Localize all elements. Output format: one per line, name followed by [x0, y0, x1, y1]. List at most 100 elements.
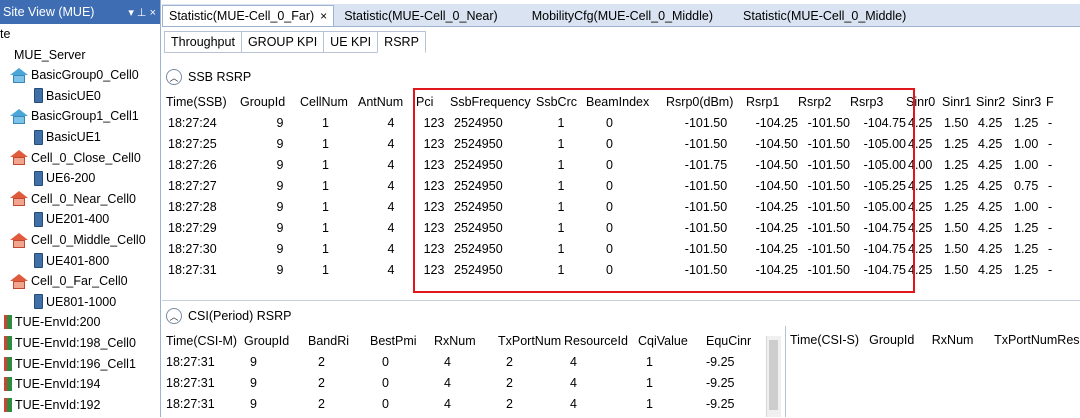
tree-item[interactable]: UE201-400	[34, 209, 109, 229]
table-cell: 0	[606, 262, 613, 277]
table-row[interactable]: 18:27:31 9 2 0 4 2 4 1 -9.25	[166, 372, 766, 393]
table-cell: -104.25	[755, 220, 798, 235]
ue-device-icon	[34, 129, 43, 145]
sub-tab-label: Throughput	[171, 35, 235, 49]
csi-vertical-scrollbar[interactable]	[766, 336, 781, 417]
table-cell: 2524950	[454, 262, 503, 277]
tree-item[interactable]: UE401-800	[34, 251, 109, 271]
column-header[interactable]: GroupId	[240, 91, 300, 112]
column-header[interactable]: AntNum	[358, 91, 416, 112]
tree-item-label: Cell_0_Far_Cell0	[31, 274, 128, 289]
tree-item[interactable]: BasicGroup1_Cell1	[10, 106, 139, 126]
table-cell: 1	[557, 199, 565, 214]
tree-item[interactable]: Cell_0_Close_Cell0	[10, 148, 141, 168]
tree-item[interactable]: te	[0, 24, 10, 44]
column-header[interactable]: BandRi	[308, 330, 370, 351]
column-header[interactable]: BeamIndex	[586, 91, 666, 112]
column-header[interactable]: CellNum	[300, 91, 358, 112]
tree-item[interactable]: BasicUE0	[34, 86, 101, 106]
tree-item[interactable]: MUE_Server	[14, 45, 86, 65]
column-header[interactable]: BestPmi	[370, 330, 434, 351]
column-header[interactable]: Rsrp1	[746, 91, 798, 112]
tree-item[interactable]: TUE-EnvId:192	[4, 395, 100, 415]
collapse-icon[interactable]: ︿	[166, 69, 182, 85]
column-header[interactable]: CqiValue	[638, 330, 706, 351]
close-icon[interactable]: ×	[320, 9, 327, 23]
column-header[interactable]: Pci	[416, 91, 450, 112]
tree-item[interactable]: Cell_0_Middle_Cell0	[10, 230, 146, 250]
sub-tab[interactable]: RSRP	[377, 31, 426, 53]
table-cell: 9	[250, 375, 257, 390]
column-header[interactable]: GroupId	[244, 330, 308, 351]
scrollbar-thumb[interactable]	[769, 340, 778, 410]
column-header[interactable]: Time(CSI-M)	[166, 330, 244, 351]
table-row[interactable]: 18:27:27 9 1 4 123 2524950 1 0 -101.50 -104.50 -10…	[166, 175, 1058, 196]
table-cell: -101.50	[684, 199, 728, 214]
table-cell: 9	[276, 262, 284, 277]
table-cell: 4	[570, 354, 577, 369]
tree-item[interactable]: TUE-EnvId:198_Cell0	[4, 333, 136, 353]
document-tab[interactable]: MobilityCfg(MUE-Cell_0_Middle)	[522, 6, 723, 26]
table-cell: 2524950	[454, 178, 503, 193]
table-cell: 0	[606, 241, 613, 256]
sub-tab[interactable]: Throughput	[164, 31, 242, 53]
tree-item[interactable]: TUE-EnvId:196_Cell1	[4, 354, 136, 374]
tree-item[interactable]: UE801-1000	[34, 292, 116, 312]
table-cell: 4.25	[978, 115, 1003, 130]
table-cell: -9.25	[706, 375, 735, 390]
column-header[interactable]: SsbFrequency	[450, 91, 536, 112]
site-view-window-controls[interactable]: ▾ ⊥ ×	[128, 6, 160, 19]
column-header[interactable]: TxPortNum	[498, 330, 564, 351]
column-header[interactable]: Sinr3	[1012, 91, 1046, 112]
tree-item[interactable]: Cell_0_Near_Cell0	[10, 189, 136, 209]
csi-section-header[interactable]: ︿ CSI(Period) RSRP	[166, 306, 292, 326]
document-tab[interactable]: Statistic(MUE-Cell_0_Middle)	[733, 6, 916, 26]
table-cell: 1.25	[1014, 262, 1039, 277]
column-header[interactable]: F	[1046, 91, 1058, 112]
tree-item[interactable]: TUE-EnvId:200	[4, 312, 100, 332]
table-row[interactable]: 18:27:31 9 2 0 4 2 4 1 -9.25	[166, 393, 766, 414]
table-cell: 1	[557, 262, 565, 277]
table-row[interactable]: 18:27:26 9 1 4 123 2524950 1 0 -101.75 -104.50 -10…	[166, 154, 1058, 175]
ssb-section-header[interactable]: ︿ SSB RSRP	[166, 67, 251, 87]
column-header[interactable]: TxPortNumRes	[994, 329, 1080, 350]
tree-item[interactable]: UE6-200	[34, 168, 95, 188]
column-header[interactable]: RxNum	[434, 330, 498, 351]
table-row[interactable]: 18:27:24 9 1 4 123 2524950 1 0 -101.50 -104.25 -10…	[166, 112, 1058, 133]
column-header[interactable]: ResourceId	[564, 330, 638, 351]
table-cell: -101.50	[684, 262, 728, 277]
sub-tab[interactable]: UE KPI	[323, 31, 379, 53]
cell-group-icon	[10, 232, 28, 248]
table-cell: 4	[387, 199, 395, 214]
column-header[interactable]: Time(CSI-S)	[790, 329, 869, 350]
table-row[interactable]: 18:27:28 9 1 4 123 2524950 1 0 -101.50 -104.25 -10…	[166, 196, 1058, 217]
document-tab[interactable]: Statistic(MUE-Cell_0_Far) ×	[162, 5, 335, 26]
column-header[interactable]: Time(SSB)	[166, 91, 240, 112]
column-header[interactable]: Sinr0	[906, 91, 942, 112]
collapse-icon[interactable]: ︿	[166, 308, 182, 324]
column-header[interactable]: SsbCrc	[536, 91, 586, 112]
tree-item[interactable]: BasicGroup0_Cell0	[10, 65, 139, 85]
tree-item[interactable]: BasicUE1	[34, 127, 101, 147]
table-row[interactable]: 18:27:25 9 1 4 123 2524950 1 0 -101.50 -104.50 -10…	[166, 133, 1058, 154]
tree-item[interactable]: TUE-EnvId:194	[4, 374, 100, 394]
document-tab[interactable]: Statistic(MUE-Cell_0_Near)	[334, 6, 508, 26]
column-header[interactable]: GroupId	[869, 329, 932, 350]
column-header[interactable]: Rsrp3	[850, 91, 906, 112]
table-cell: -104.25	[755, 199, 798, 214]
table-row[interactable]: 18:27:31 9 1 4 123 2524950 1 0 -101.50 -104.25 -10…	[166, 259, 1058, 280]
document-tab-label: Statistic(MUE-Cell_0_Middle)	[743, 9, 907, 23]
table-row[interactable]: 18:27:31 9 2 0 4 2 4 1 -9.25	[166, 351, 766, 372]
table-row[interactable]: 18:27:30 9 1 4 123 2524950 1 0 -101.50 -104.25 -10…	[166, 238, 1058, 259]
column-header[interactable]: Rsrp2	[798, 91, 850, 112]
column-header[interactable]: EquCinr	[706, 330, 766, 351]
tree-item[interactable]: Cell_0_Far_Cell0	[10, 271, 128, 291]
column-header[interactable]: RxNum	[932, 329, 994, 350]
column-header[interactable]: Sinr2	[976, 91, 1012, 112]
column-header[interactable]: Sinr1	[942, 91, 976, 112]
column-header[interactable]: Rsrp0(dBm)	[666, 91, 746, 112]
table-cell: -101.50	[807, 262, 850, 277]
table-cell: -101.50	[684, 220, 728, 235]
sub-tab[interactable]: GROUP KPI	[240, 31, 325, 53]
table-row[interactable]: 18:27:29 9 1 4 123 2524950 1 0 -101.50 -104.25 -10…	[166, 217, 1058, 238]
